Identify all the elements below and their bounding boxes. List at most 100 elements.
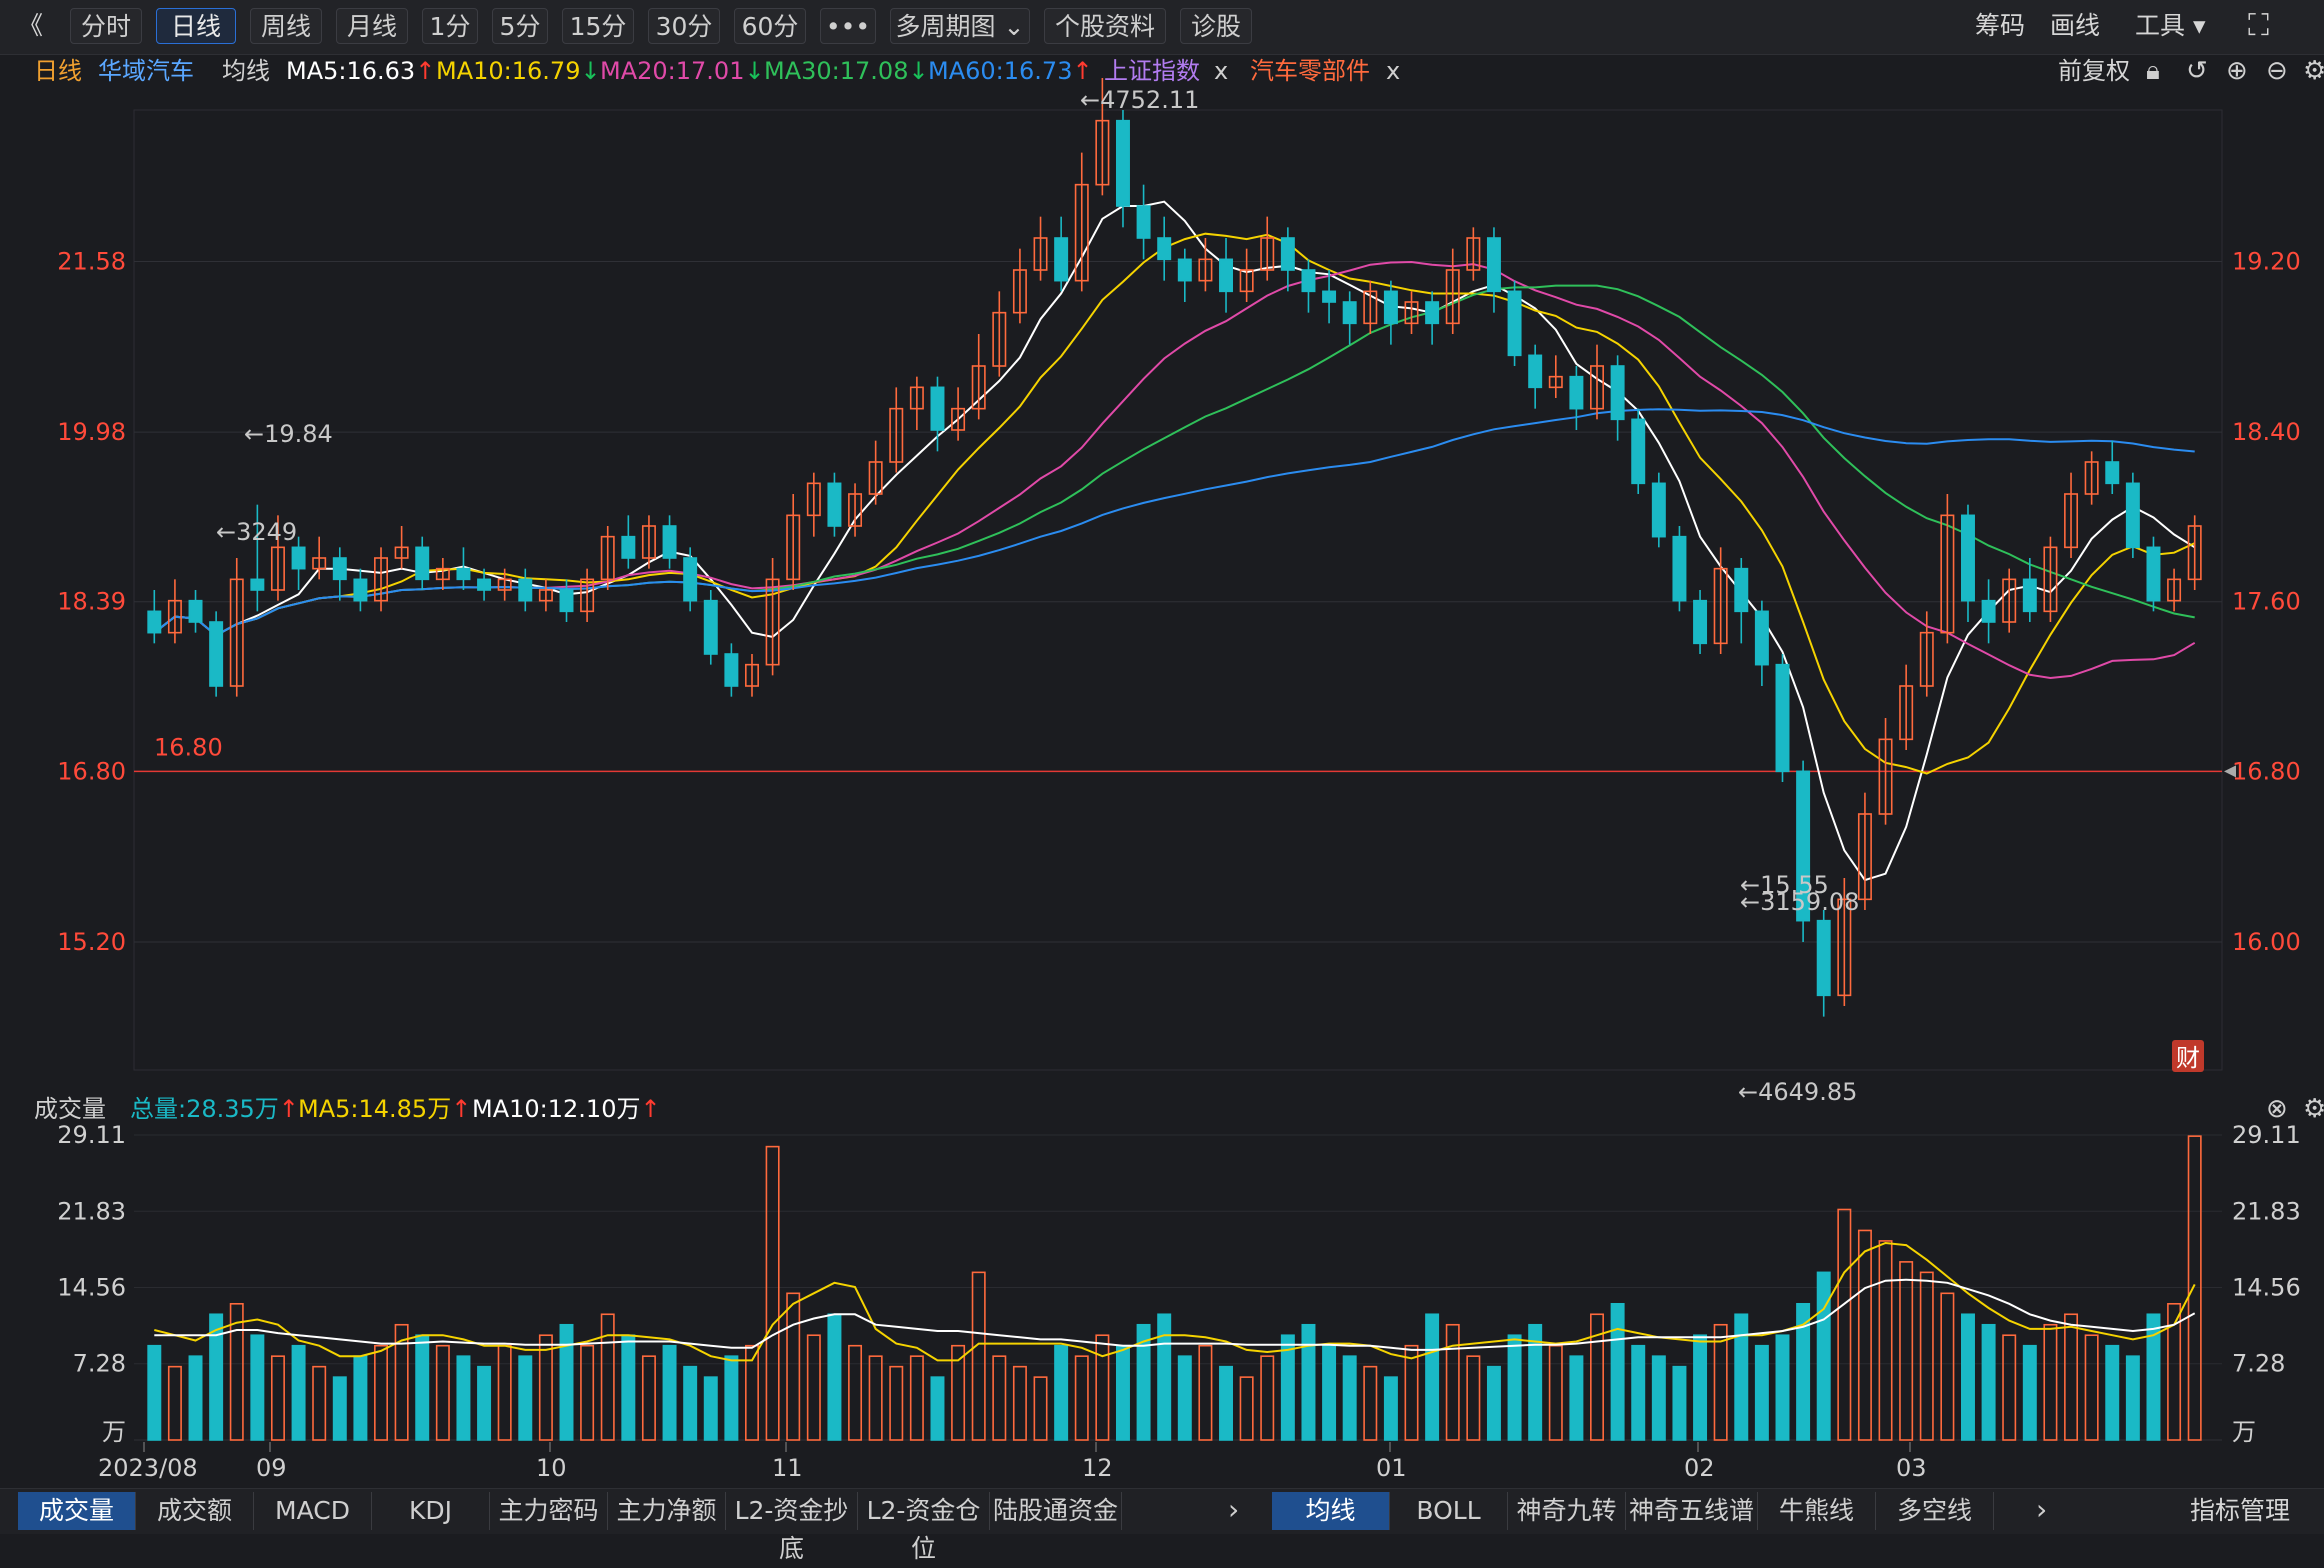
overlay-tab-3[interactable]: 神奇五线谱 — [1626, 1492, 1758, 1530]
candle-body — [1157, 237, 1172, 261]
candle-body — [559, 589, 574, 613]
volume-bar — [374, 1344, 388, 1441]
volume-bar — [1383, 1376, 1398, 1441]
indicator-tab-0[interactable]: 成交量 — [18, 1492, 136, 1530]
price-level-label: 16.80 — [154, 733, 223, 761]
candle-body — [353, 578, 368, 602]
overlay-tab-4[interactable]: 牛熊线 — [1758, 1492, 1876, 1530]
volume-bar — [2022, 1344, 2037, 1441]
volume-bar — [538, 1334, 553, 1441]
volume-bar — [1816, 1271, 1831, 1441]
volume-bar — [1425, 1313, 1440, 1441]
indicator-tab-1[interactable]: 成交额 — [136, 1492, 254, 1530]
volume-bar — [270, 1355, 285, 1441]
candle-body — [930, 386, 945, 431]
candle-body — [147, 610, 162, 634]
candle-body — [1425, 301, 1440, 325]
price-marker-icon — [2224, 765, 2236, 778]
indicator-tab-6[interactable]: L2-资金抄底 — [726, 1492, 858, 1563]
volume-tick-left: 21.83 — [57, 1197, 126, 1225]
volume-bar — [1610, 1302, 1625, 1441]
volume-bar — [1754, 1344, 1769, 1441]
indicator-tab-3[interactable]: KDJ — [372, 1492, 490, 1530]
volume-bar — [2002, 1334, 2017, 1441]
candle-body — [1507, 290, 1522, 357]
candle-body — [827, 482, 842, 527]
right-tick-label: 18.40 — [2232, 418, 2301, 446]
volume-bar — [1775, 1334, 1790, 1441]
candle-body — [1342, 301, 1357, 325]
more-tabs-icon[interactable]: › — [1228, 1493, 1239, 1527]
overlay-tab-0[interactable]: 均线 — [1272, 1492, 1390, 1530]
candle-body — [703, 599, 718, 655]
indicator-tab-7[interactable]: L2-资金仓位 — [858, 1492, 990, 1563]
volume-bar — [806, 1334, 821, 1441]
indicator-tab-5[interactable]: 主力净额 — [608, 1492, 726, 1530]
more-overlay-icon[interactable]: › — [2036, 1493, 2047, 1527]
left-tick-label: 18.39 — [57, 588, 126, 616]
candle-body — [1136, 205, 1151, 239]
left-tick-label: 16.80 — [57, 757, 126, 785]
volume-bar — [1033, 1376, 1048, 1441]
volume-bar — [641, 1355, 656, 1441]
candle-body — [1961, 514, 1975, 602]
volume-bar — [683, 1365, 698, 1441]
volume-bar — [765, 1145, 780, 1441]
price-pane — [133, 109, 2223, 1071]
overlay-tab-5[interactable]: 多空线 — [1876, 1492, 1994, 1530]
overlay-tab-1[interactable]: BOLL — [1390, 1492, 1508, 1530]
indicator-manage-button[interactable]: 指标管理 — [2190, 1492, 2290, 1530]
volume-bar — [2125, 1355, 2140, 1441]
overlay-tab-2[interactable]: 神奇九转 — [1508, 1492, 1626, 1530]
volume-bar — [2105, 1344, 2120, 1441]
candle-body — [2146, 546, 2161, 602]
candle-body — [2125, 482, 2140, 549]
volume-bar — [1631, 1344, 1646, 1441]
volume-bar — [1342, 1355, 1357, 1441]
volume-bar — [992, 1355, 1007, 1441]
volume-bar — [2084, 1334, 2099, 1441]
volume-bar — [1054, 1344, 1069, 1441]
volume-bar — [1878, 1240, 1893, 1441]
volume-bar — [580, 1344, 595, 1441]
volume-tick-right: 29.11 — [2232, 1121, 2301, 1149]
candle-body — [662, 525, 677, 559]
candle-body — [209, 621, 224, 687]
volume-bar — [703, 1376, 718, 1441]
volume-bar — [1693, 1334, 1708, 1441]
right-tick-label: 16.80 — [2232, 757, 2301, 785]
candle-body — [1672, 535, 1687, 602]
candle-body — [1301, 269, 1316, 293]
candle-body — [477, 578, 492, 591]
volume-tick-left: 7.28 — [73, 1350, 126, 1378]
candle-body — [1054, 237, 1069, 282]
volume-bar — [1260, 1355, 1275, 1441]
candle-body — [291, 546, 306, 570]
candle-body — [415, 546, 430, 581]
candle-body — [1693, 599, 1708, 645]
volume-bar — [518, 1355, 533, 1441]
kline-chart[interactable]: 21.58 19.20 19.98 18.40 18.39 17.60 16.80 16.80… — [0, 0, 2324, 1488]
volume-bar — [786, 1292, 801, 1441]
volume-bar — [1857, 1229, 1872, 1441]
volume-bar — [662, 1344, 677, 1441]
volume-bar — [415, 1334, 430, 1441]
volume-bar — [2064, 1313, 2079, 1441]
volume-tick-left: 14.56 — [57, 1273, 126, 1301]
volume-bar — [1548, 1344, 1563, 1441]
candle-body — [683, 557, 698, 602]
price-annotation: ←4649.85 — [1738, 1078, 1857, 1106]
indicator-tab-2[interactable]: MACD — [254, 1492, 372, 1530]
indicator-tab-4[interactable]: 主力密码 — [490, 1492, 608, 1530]
candle-body — [1177, 258, 1192, 282]
volume-bar — [1115, 1344, 1130, 1441]
volume-bar — [1404, 1344, 1419, 1441]
volume-tick-right: 7.28 — [2232, 1350, 2285, 1378]
volume-bar — [930, 1376, 945, 1441]
right-tick-label: 16.00 — [2232, 928, 2301, 956]
volume-bar — [1734, 1313, 1749, 1441]
volume-bar — [312, 1365, 327, 1441]
price-annotation: ←19.84 — [244, 420, 333, 448]
candle-body — [1651, 482, 1666, 538]
indicator-tab-8[interactable]: 陆股通资金 — [990, 1492, 1122, 1530]
